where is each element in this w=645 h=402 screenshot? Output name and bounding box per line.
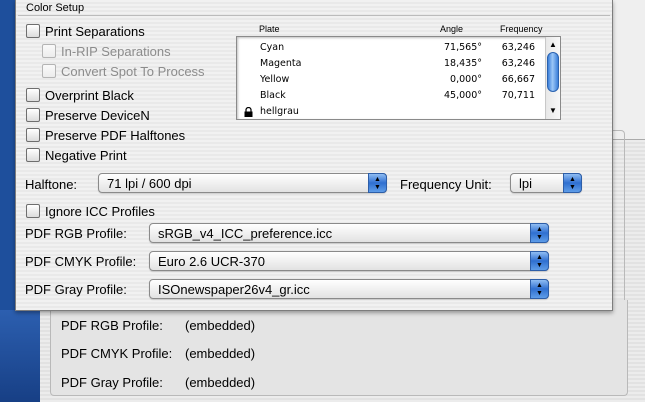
- frequency-unit-label: Frequency Unit:: [400, 177, 492, 192]
- popup-arrows-icon: ▲ ▼: [530, 223, 549, 243]
- plate-name: Magenta: [260, 58, 302, 69]
- popup-arrows-icon: ▲ ▼: [368, 173, 387, 193]
- plate-name: Cyan: [260, 42, 285, 53]
- ignore-icc-label: Ignore ICC Profiles: [45, 203, 155, 219]
- overprint-black-label: Overprint Black: [45, 87, 134, 103]
- plate-list-scrollbar[interactable]: ▲ ▼: [545, 37, 560, 119]
- preserve-pdf-halftones-label: Preserve PDF Halftones: [45, 127, 186, 143]
- convert-spot-label: Convert Spot To Process: [61, 63, 205, 79]
- bg-rgb-profile-label: PDF RGB Profile:: [61, 318, 163, 333]
- plate-column-header[interactable]: Plate: [259, 24, 280, 34]
- in-rip-separations-row[interactable]: In-RIP Separations: [42, 43, 171, 59]
- ignore-icc-checkbox[interactable]: [26, 204, 40, 218]
- print-separations-checkbox[interactable]: [26, 24, 40, 38]
- lock-icon: [244, 107, 253, 117]
- plate-angle: 45,000°: [444, 90, 482, 101]
- plate-frequency: 63,246: [501, 42, 535, 53]
- preserve-devicen-checkbox[interactable]: [26, 108, 40, 122]
- rgb-profile-label: PDF RGB Profile:: [25, 226, 127, 241]
- overprint-black-row[interactable]: Overprint Black: [26, 87, 134, 103]
- plate-angle: 18,435°: [444, 58, 482, 69]
- angle-column-header[interactable]: Angle: [440, 24, 463, 34]
- halftone-label: Halftone:: [25, 177, 78, 192]
- halftone-value: 71 lpi / 600 dpi: [107, 176, 192, 191]
- preserve-pdf-halftones-checkbox[interactable]: [26, 128, 40, 142]
- negative-print-label: Negative Print: [45, 147, 127, 163]
- convert-spot-checkbox[interactable]: [42, 64, 56, 78]
- frequency-unit-value: lpi: [519, 176, 533, 191]
- preserve-devicen-row[interactable]: Preserve DeviceN: [26, 107, 150, 123]
- plate-list[interactable]: Cyan 71,565° 63,246 Magenta 18,435° 63,2…: [236, 36, 561, 120]
- plate-row-cyan[interactable]: Cyan 71,565° 63,246: [237, 40, 545, 56]
- scroll-down-arrow-icon[interactable]: ▼: [548, 106, 558, 116]
- plate-angle: 0,000°: [450, 74, 482, 85]
- cmyk-profile-label: PDF CMYK Profile:: [25, 254, 137, 269]
- cmyk-profile-popup[interactable]: Euro 2.6 UCR-370 ▲ ▼: [149, 251, 549, 271]
- cmyk-profile-value: Euro 2.6 UCR-370: [158, 254, 265, 269]
- popup-arrows-icon: ▲ ▼: [563, 173, 582, 193]
- overprint-black-checkbox[interactable]: [26, 88, 40, 102]
- bg-cmyk-profile-label: PDF CMYK Profile:: [61, 346, 173, 361]
- bg-rgb-profile-value: (embedded): [185, 318, 256, 333]
- negative-print-checkbox[interactable]: [26, 148, 40, 162]
- rgb-profile-popup[interactable]: sRGB_v4_ICC_preference.icc ▲ ▼: [149, 223, 549, 243]
- preserve-pdf-halftones-row[interactable]: Preserve PDF Halftones: [26, 127, 185, 143]
- title-divider: [18, 15, 610, 16]
- plate-name: Black: [260, 90, 286, 101]
- plate-frequency: 70,711: [501, 90, 535, 101]
- gray-profile-popup[interactable]: ISOnewspaper26v4_gr.icc ▲ ▼: [149, 279, 549, 299]
- scroll-up-arrow-icon[interactable]: ▲: [548, 40, 558, 50]
- frequency-unit-popup[interactable]: lpi ▲ ▼: [510, 173, 582, 193]
- plate-angle: 71,565°: [444, 42, 482, 53]
- plate-row-magenta[interactable]: Magenta 18,435° 63,246: [237, 56, 545, 72]
- halftone-popup[interactable]: 71 lpi / 600 dpi ▲ ▼: [98, 173, 387, 193]
- rgb-profile-value: sRGB_v4_ICC_preference.icc: [158, 226, 333, 241]
- preserve-devicen-label: Preserve DeviceN: [45, 107, 150, 123]
- dialog-title: Color Setup: [26, 2, 85, 14]
- in-rip-separations-label: In-RIP Separations: [61, 43, 171, 59]
- popup-arrows-icon: ▲ ▼: [530, 251, 549, 271]
- plate-row-yellow[interactable]: Yellow 0,000° 66,667: [237, 72, 545, 88]
- popup-arrows-icon: ▲ ▼: [530, 279, 549, 299]
- color-setup-dialog: Color Setup Print Separations In-RIP Sep…: [15, 0, 613, 311]
- bg-gray-profile-value: (embedded): [185, 375, 256, 390]
- gray-profile-value: ISOnewspaper26v4_gr.icc: [158, 282, 310, 297]
- plate-frequency: 63,246: [501, 58, 535, 69]
- plate-name: Yellow: [260, 74, 290, 85]
- plate-row-hellgrau[interactable]: hellgrau: [237, 104, 545, 119]
- bg-gray-profile-label: PDF Gray Profile:: [61, 375, 163, 390]
- negative-print-row[interactable]: Negative Print: [26, 147, 127, 163]
- in-rip-separations-checkbox[interactable]: [42, 44, 56, 58]
- convert-spot-row[interactable]: Convert Spot To Process: [42, 63, 205, 79]
- print-separations-row[interactable]: Print Separations: [26, 23, 145, 39]
- plate-row-black[interactable]: Black 45,000° 70,711: [237, 88, 545, 104]
- background-window-edge: [610, 0, 645, 140]
- plate-name: hellgrau: [260, 106, 299, 117]
- plate-frequency: 66,667: [501, 74, 535, 85]
- desktop-background: [0, 310, 40, 402]
- print-separations-label: Print Separations: [45, 23, 145, 39]
- bg-cmyk-profile-value: (embedded): [185, 346, 256, 361]
- frequency-column-header[interactable]: Frequency: [500, 24, 543, 34]
- gray-profile-label: PDF Gray Profile:: [25, 282, 127, 297]
- ignore-icc-row[interactable]: Ignore ICC Profiles: [26, 203, 155, 219]
- scroll-thumb[interactable]: [547, 52, 559, 92]
